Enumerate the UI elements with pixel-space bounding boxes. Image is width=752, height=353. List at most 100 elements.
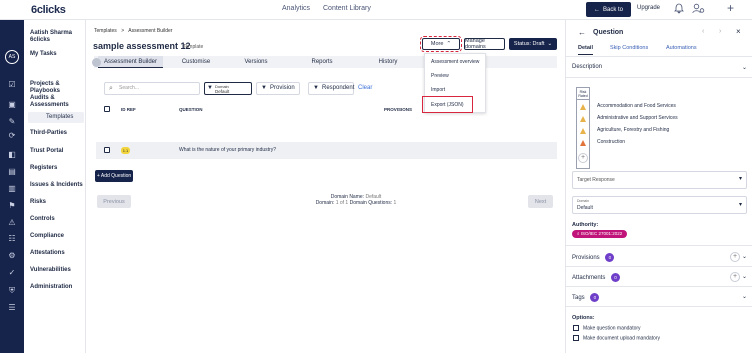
target-response-label: Target Response xyxy=(577,177,615,183)
attestations-icon[interactable]: ✓ xyxy=(6,268,18,278)
risk-option-2[interactable]: Administrative and Support Services xyxy=(597,115,678,121)
description-section[interactable]: Description ⌄ xyxy=(572,64,752,71)
third-parties-icon[interactable]: ◧ xyxy=(6,150,18,160)
previous-button[interactable]: Previous xyxy=(97,195,131,208)
clear-filters-link[interactable]: Clear xyxy=(358,85,372,91)
compliance-icon[interactable]: ⚙ xyxy=(6,251,18,261)
export-highlight-box xyxy=(422,96,473,113)
more-button[interactable]: More ⌃ xyxy=(420,36,462,52)
risk-option-3[interactable]: Agriculture, Forestry and Fishing xyxy=(597,127,669,133)
tab-customise[interactable]: Customise xyxy=(176,56,216,68)
status-button[interactable]: Status: Draft ⌄ xyxy=(509,38,557,50)
nav-compliance[interactable]: Compliance xyxy=(30,233,64,240)
nav-third-parties[interactable]: Third-Parties xyxy=(30,130,67,137)
trust-portal-icon[interactable]: ▤ xyxy=(6,167,18,177)
issues-icon[interactable]: ⚑ xyxy=(6,201,18,211)
menu-import[interactable]: Import xyxy=(431,87,445,93)
vulnerabilities-icon[interactable]: ⛨ xyxy=(6,286,18,296)
domain-select[interactable]: Domain Default ▾ xyxy=(572,196,747,214)
back-to-button[interactable]: ← Back to xyxy=(586,2,631,17)
risks-icon[interactable]: ⚠ xyxy=(6,218,18,228)
filter-icon: ▼ xyxy=(313,85,319,91)
nav-content-library[interactable]: Content Library xyxy=(323,5,371,12)
tab-assessment-builder[interactable]: Assessment Builder xyxy=(92,56,163,68)
row-checkbox[interactable] xyxy=(104,147,110,153)
next-question-icon[interactable]: › xyxy=(719,28,721,35)
registers-icon[interactable]: ▥ xyxy=(6,184,18,194)
nav-audits[interactable]: Audits & Assessments xyxy=(30,95,80,109)
tab-detail[interactable]: Detail xyxy=(578,45,593,55)
search-input[interactable]: ⌕ Search... xyxy=(104,82,200,95)
page-title: sample assessment 12 xyxy=(93,41,191,51)
chevron-up-icon: ⌃ xyxy=(446,41,452,47)
templates-icon[interactable]: ⟳ xyxy=(6,131,18,141)
nav-controls[interactable]: Controls xyxy=(30,216,55,223)
nav-registers[interactable]: Registers xyxy=(30,165,57,172)
domain-filter[interactable]: ▼ Domain Default xyxy=(204,82,252,95)
provisions-section[interactable]: Provisions 0 + ⌄ xyxy=(572,252,752,262)
option-question-mandatory[interactable]: Make question mandatory xyxy=(573,325,641,331)
nav-projects[interactable]: Projects & Playbooks xyxy=(30,81,85,95)
nav-vulnerabilities[interactable]: Vulnerabilities xyxy=(30,267,71,274)
tags-count-badge: 0 xyxy=(590,293,600,302)
tab-automations[interactable]: Automations xyxy=(666,45,697,51)
tab-versions[interactable]: Versions xyxy=(240,56,272,68)
nav-issues[interactable]: Issues & Incidents xyxy=(30,182,83,189)
tab-skip-conditions[interactable]: Skip Conditions xyxy=(610,45,648,51)
audit-icon[interactable]: ✎ xyxy=(6,117,18,127)
briefcase-icon[interactable]: ▣ xyxy=(6,100,18,110)
risk-option-1[interactable]: Accommodation and Food Services xyxy=(597,103,676,109)
question-id-badge: 1.1 xyxy=(121,147,130,154)
bell-icon[interactable] xyxy=(674,3,684,17)
add-option-icon[interactable]: + xyxy=(578,153,588,163)
table-row[interactable]: 1.1 What is the nature of your primary i… xyxy=(96,142,557,159)
nav-analytics[interactable]: Analytics xyxy=(282,5,310,12)
target-response-select[interactable]: Target Response ▾ xyxy=(572,171,747,189)
authority-badge[interactable]: ⌕ ISO/IEC 27001:2022 xyxy=(572,230,628,238)
add-provision-icon[interactable]: + xyxy=(730,252,740,262)
checkbox[interactable] xyxy=(573,325,579,331)
attachments-label: Attachments xyxy=(572,275,606,282)
user-settings-icon[interactable] xyxy=(692,3,705,17)
back-arrow-icon[interactable]: ← xyxy=(578,28,586,37)
nav-templates[interactable]: Templates xyxy=(28,112,84,123)
tags-section[interactable]: Tags 0 ⌄ xyxy=(572,293,752,302)
avatar[interactable]: AS xyxy=(5,50,19,64)
nav-my-tasks[interactable]: My Tasks xyxy=(30,51,57,58)
select-all-checkbox[interactable] xyxy=(104,106,110,112)
manage-domains-button[interactable]: Manage domains xyxy=(464,38,505,50)
breadcrumb-current: Assessment Builder xyxy=(128,28,173,34)
controls-icon[interactable]: ☷ xyxy=(6,234,18,244)
add-attachment-icon[interactable]: + xyxy=(730,272,740,282)
user-name: Aatish Sharma xyxy=(30,30,73,36)
provision-filter-label: Provision xyxy=(270,85,295,91)
add-question-button[interactable]: + Add Question xyxy=(95,170,133,182)
nav-attestations[interactable]: Attestations xyxy=(30,250,65,257)
administration-icon[interactable]: ☰ xyxy=(6,303,18,313)
back-to-label: Back to xyxy=(602,6,623,13)
breadcrumb-templates[interactable]: Templates xyxy=(94,28,117,34)
breadcrumb: Templates > Assessment Builder xyxy=(94,28,172,34)
risk-option-4[interactable]: Construction xyxy=(597,139,625,145)
tab-reports[interactable]: Reports xyxy=(306,56,338,68)
tab-history[interactable]: History xyxy=(372,56,404,68)
next-button[interactable]: Next xyxy=(528,195,553,208)
checkbox[interactable] xyxy=(573,335,579,341)
nav-administration[interactable]: Administration xyxy=(30,284,72,291)
nav-risks[interactable]: Risks xyxy=(30,199,46,206)
respondent-filter[interactable]: ▼ Respondent xyxy=(308,82,354,95)
add-icon[interactable]: + xyxy=(727,1,734,15)
tasks-icon[interactable]: ☑ xyxy=(6,80,18,90)
attachments-section[interactable]: Attachments 0 + ⌄ xyxy=(572,272,752,282)
nav-trust-portal[interactable]: Trust Portal xyxy=(30,148,63,155)
domain-value: 1 of 1 xyxy=(335,200,349,206)
upgrade-link[interactable]: Upgrade xyxy=(637,5,660,11)
option-upload-mandatory[interactable]: Make document upload mandatory xyxy=(573,335,660,341)
provision-filter[interactable]: ▼ Provision xyxy=(256,82,300,95)
menu-assessment-overview[interactable]: Assessment overview xyxy=(431,59,479,65)
close-icon[interactable]: × xyxy=(736,27,741,36)
prev-question-icon[interactable]: ‹ xyxy=(702,28,704,35)
risk-rated-header: Risk Rated xyxy=(577,90,589,100)
app-logo[interactable]: 6clicks xyxy=(31,4,66,16)
menu-preview[interactable]: Preview xyxy=(431,73,449,79)
